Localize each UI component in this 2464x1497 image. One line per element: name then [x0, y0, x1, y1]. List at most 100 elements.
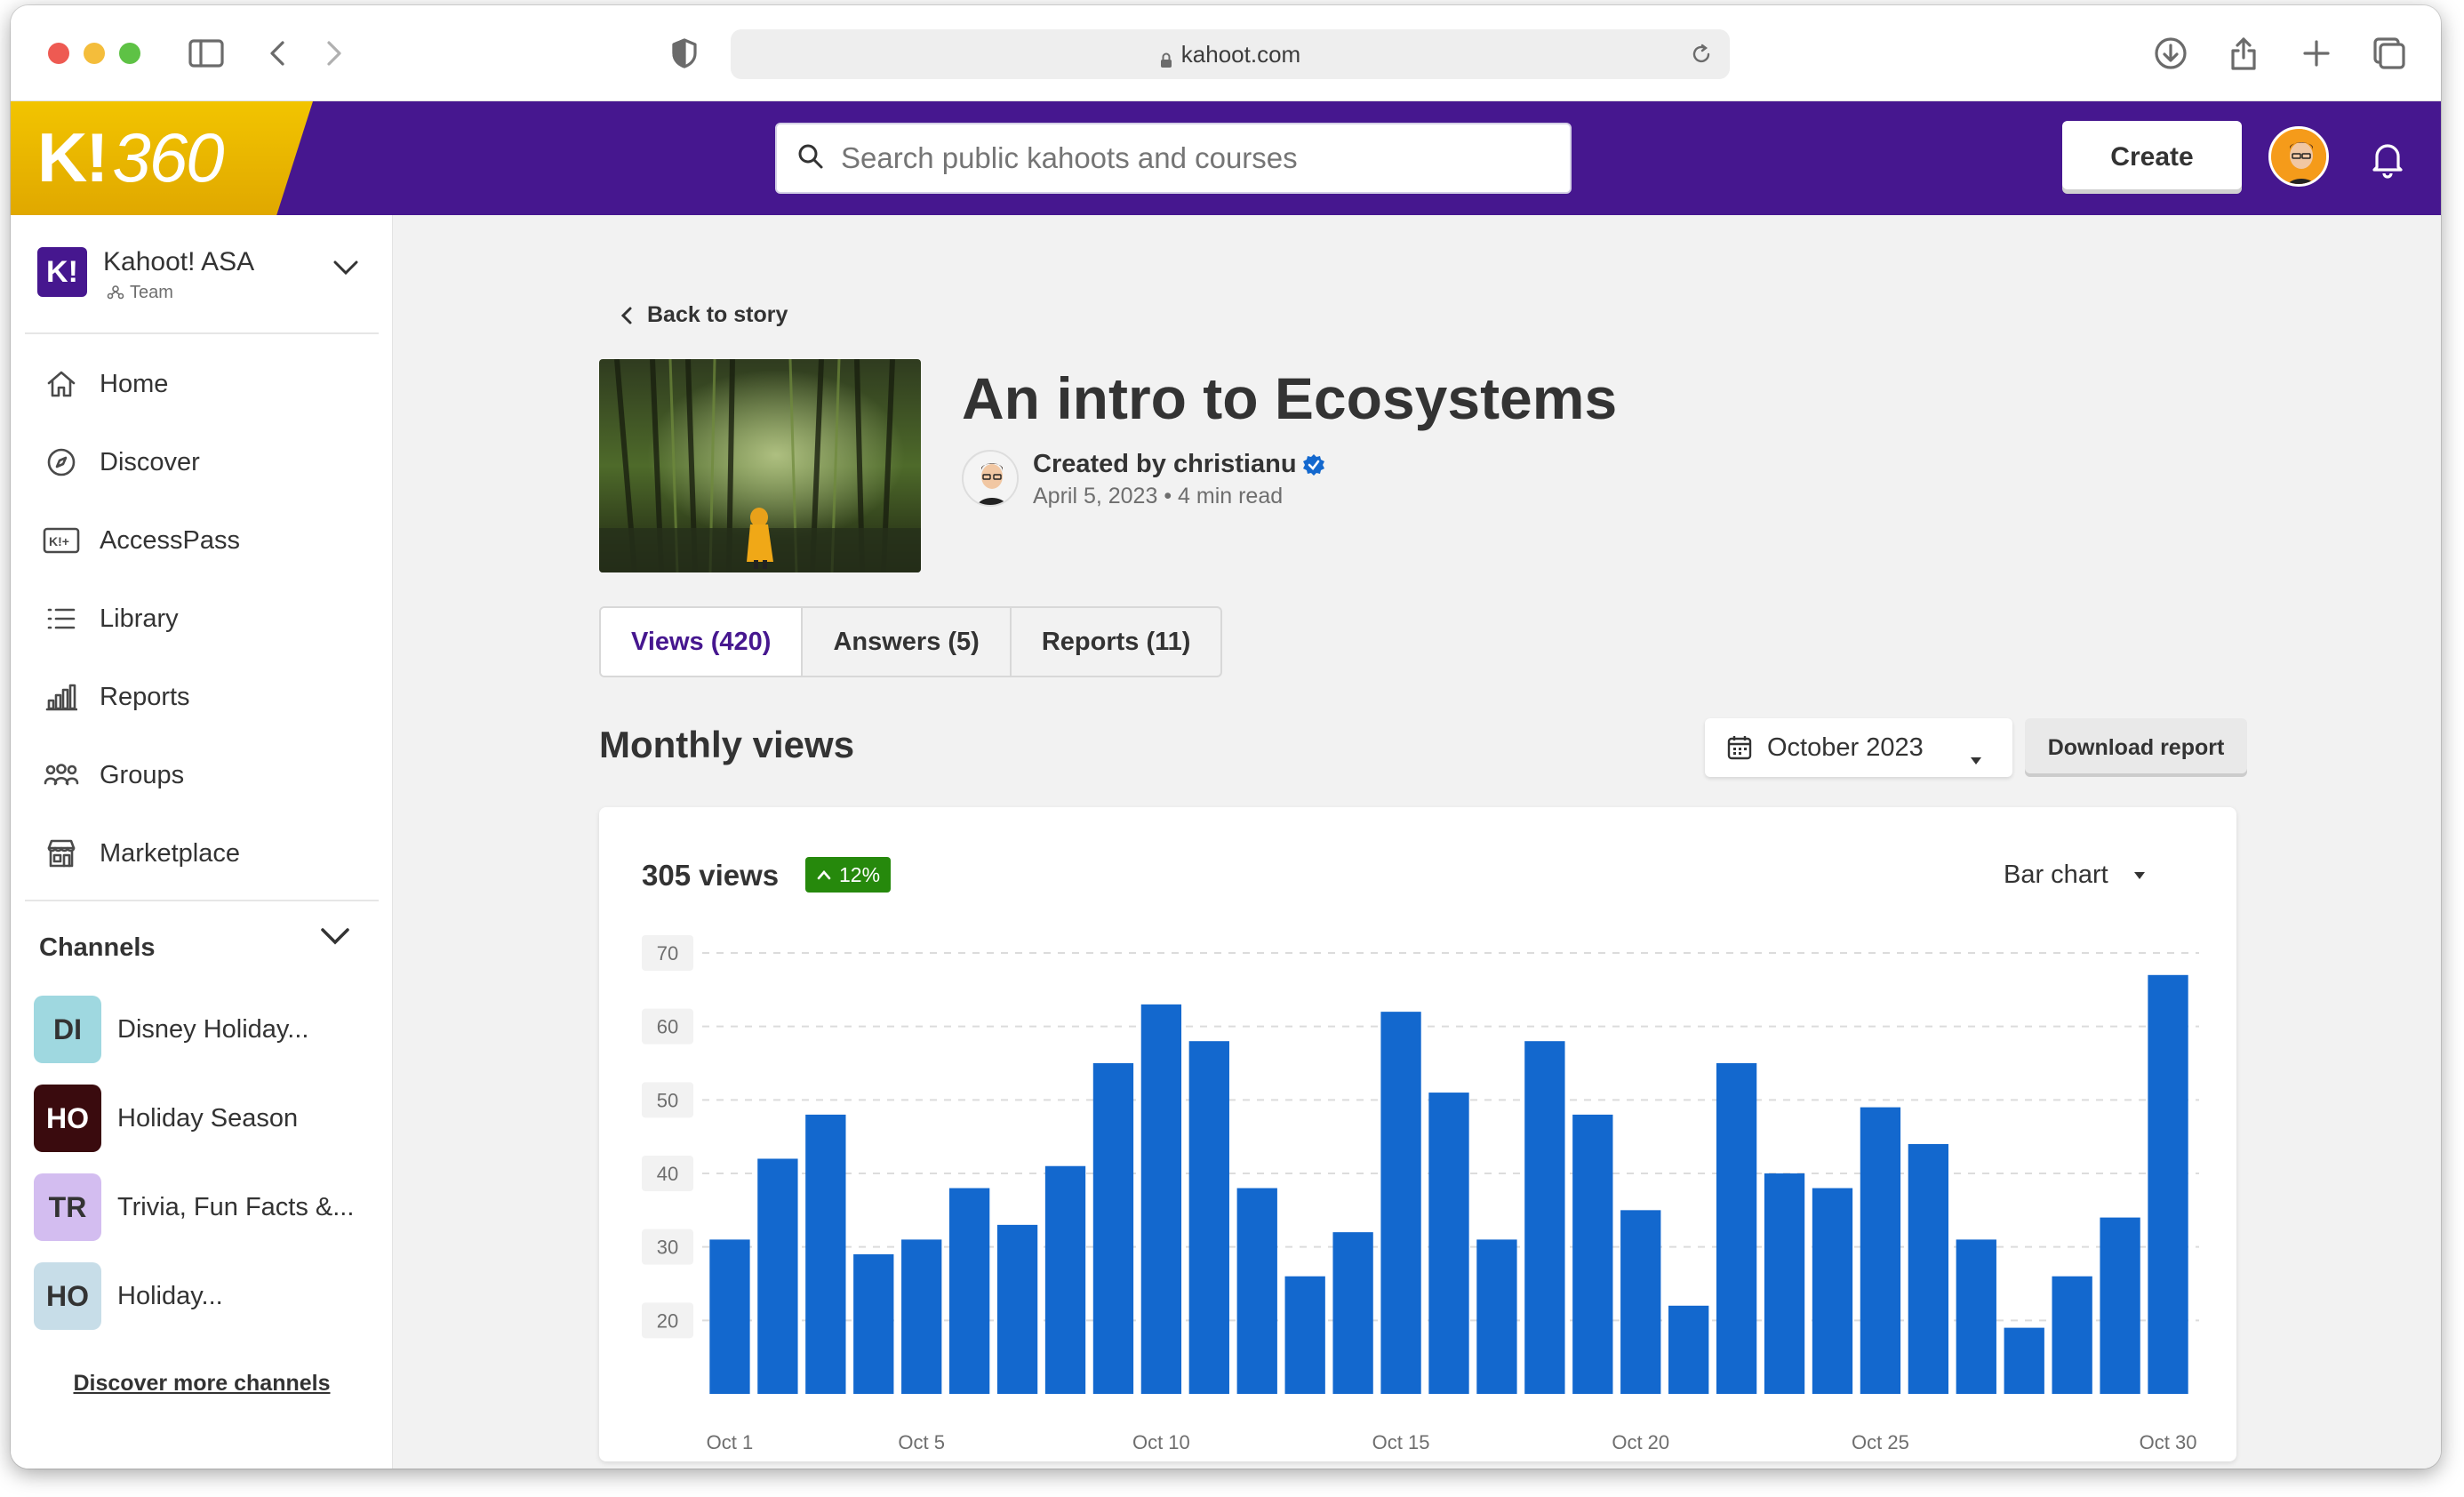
sidebar-item-label: Groups: [100, 760, 185, 789]
user-avatar[interactable]: [2268, 126, 2329, 187]
close-window-button[interactable]: [48, 43, 69, 64]
author-avatar[interactable]: [962, 450, 1019, 507]
sidebar-item-marketplace[interactable]: Marketplace: [43, 827, 372, 880]
sidebar-item-reports[interactable]: Reports: [43, 670, 372, 724]
bar: [1716, 1063, 1757, 1394]
channel-name: Trivia, Fun Facts &...: [117, 1192, 355, 1221]
sidebar-item-label: Home: [100, 369, 169, 398]
back-label: Back to story: [647, 302, 788, 327]
list-icon: [43, 600, 80, 637]
downloads-icon[interactable]: [2149, 32, 2192, 75]
channel-item[interactable]: TR Trivia, Fun Facts &...: [34, 1172, 380, 1243]
tab-reports[interactable]: Reports (11): [1012, 608, 1221, 676]
zoom-window-button[interactable]: [119, 43, 140, 64]
y-tick-label: 40: [657, 1163, 678, 1185]
bar: [709, 1239, 750, 1394]
bar: [1572, 1114, 1613, 1394]
notifications-bell-icon[interactable]: [2366, 137, 2409, 180]
bar: [1812, 1188, 1853, 1394]
sidebar-item-library[interactable]: Library: [43, 592, 372, 645]
download-report-button[interactable]: Download report: [2025, 718, 2247, 777]
back-to-story-link[interactable]: Back to story: [620, 302, 788, 328]
sidebar-item-label: Library: [100, 604, 179, 633]
channel-item[interactable]: HO Holiday Season: [34, 1083, 380, 1154]
channel-name: Disney Holiday...: [117, 1014, 309, 1044]
chevron-down-icon[interactable]: [332, 260, 359, 280]
accesspass-icon: K!+: [43, 522, 80, 559]
compass-icon: [43, 444, 80, 481]
bar: [1476, 1239, 1517, 1394]
search-box[interactable]: [775, 123, 1572, 194]
channel-item[interactable]: DI Disney Holiday...: [34, 994, 380, 1065]
sidebar-item-groups[interactable]: Groups: [43, 748, 372, 802]
kahoot-360-logo[interactable]: K!360: [11, 101, 313, 215]
tab-overview-icon[interactable]: [2368, 32, 2411, 75]
bar: [1428, 1093, 1469, 1394]
bar: [1860, 1107, 1901, 1394]
bar: [1284, 1276, 1325, 1394]
browser-window: kahoot.com K!360 Create: [11, 5, 2441, 1469]
bar: [1380, 1012, 1421, 1394]
url-text: kahoot.com: [1180, 40, 1301, 68]
minimize-window-button[interactable]: [84, 43, 105, 64]
bar: [996, 1224, 1038, 1394]
views-chart-card: 305 views 12% Bar chart 20 30 40 50 60 70 Oct …: [599, 807, 2236, 1461]
sidebar-toggle-icon[interactable]: [185, 32, 228, 75]
discover-more-channels-link[interactable]: Discover more channels: [11, 1371, 393, 1397]
bar: [1524, 1041, 1565, 1394]
bar: [901, 1239, 942, 1394]
channel-name: Holiday...: [117, 1281, 223, 1310]
logo-360: 360: [112, 118, 224, 196]
sidebar: K! Kahoot! ASA Team Home Discover K!+ Ac…: [11, 215, 393, 1469]
sidebar-item-label: Discover: [100, 447, 200, 476]
calendar-icon: [1726, 734, 1753, 761]
privacy-shield-icon[interactable]: [663, 32, 706, 75]
bar: [948, 1188, 990, 1394]
bar: [1236, 1188, 1277, 1394]
sidebar-item-label: AccessPass: [100, 525, 240, 555]
tab-views[interactable]: Views (420): [601, 608, 804, 676]
forward-arrow-icon[interactable]: [313, 32, 356, 75]
bar: [2100, 1217, 2140, 1394]
bar: [2148, 974, 2188, 1394]
create-button[interactable]: Create: [2062, 121, 2242, 194]
report-tabs: Views (420) Answers (5) Reports (11): [599, 606, 1223, 677]
search-input[interactable]: [841, 141, 1534, 175]
views-bar-chart: 20 30 40 50 60 70 Oct 1 Oct 5 Oct 10 Oct 15 Oct 20…: [642, 935, 2199, 1453]
y-tick-label: 30: [657, 1237, 678, 1259]
search-icon: [796, 142, 825, 175]
story-title: An intro to Ecosystems: [962, 365, 1618, 431]
groups-icon: [43, 757, 80, 794]
new-tab-plus-icon[interactable]: [2295, 32, 2338, 75]
address-bar[interactable]: kahoot.com: [731, 29, 1730, 79]
channel-badge: HO: [34, 1085, 101, 1152]
caret-down-icon: [1970, 743, 1982, 773]
y-tick-label: 20: [657, 1309, 678, 1332]
reload-icon[interactable]: [1691, 44, 1712, 71]
author-line[interactable]: Created by christianu: [1033, 450, 1325, 479]
bar: [1668, 1305, 1709, 1394]
channel-item[interactable]: HO Holiday...: [34, 1261, 380, 1332]
home-icon: [43, 365, 80, 403]
svg-text:K!+: K!+: [49, 534, 69, 548]
month-select[interactable]: October 2023: [1705, 718, 2012, 777]
channel-name: Holiday Season: [117, 1103, 299, 1133]
back-arrow-icon[interactable]: [256, 32, 299, 75]
channel-badge: DI: [34, 996, 101, 1063]
tab-answers[interactable]: Answers (5): [803, 608, 1012, 676]
org-switcher[interactable]: K! Kahoot! ASA Team: [37, 247, 375, 318]
bar: [1332, 1232, 1373, 1394]
sidebar-item-discover[interactable]: Discover: [43, 436, 372, 489]
month-select-value: October 2023: [1767, 732, 1924, 762]
y-tick-label: 70: [657, 942, 678, 965]
org-logo: K!: [37, 247, 87, 297]
bar: [1188, 1041, 1229, 1394]
bar: [1044, 1165, 1086, 1394]
sidebar-item-accesspass[interactable]: K!+ AccessPass: [43, 514, 372, 567]
lock-icon: [1160, 47, 1172, 68]
store-icon: [43, 835, 80, 872]
share-icon[interactable]: [2222, 32, 2265, 75]
sidebar-item-home[interactable]: Home: [43, 357, 372, 411]
bar: [2004, 1327, 2044, 1394]
channels-chevron-down-icon[interactable]: [320, 926, 350, 950]
